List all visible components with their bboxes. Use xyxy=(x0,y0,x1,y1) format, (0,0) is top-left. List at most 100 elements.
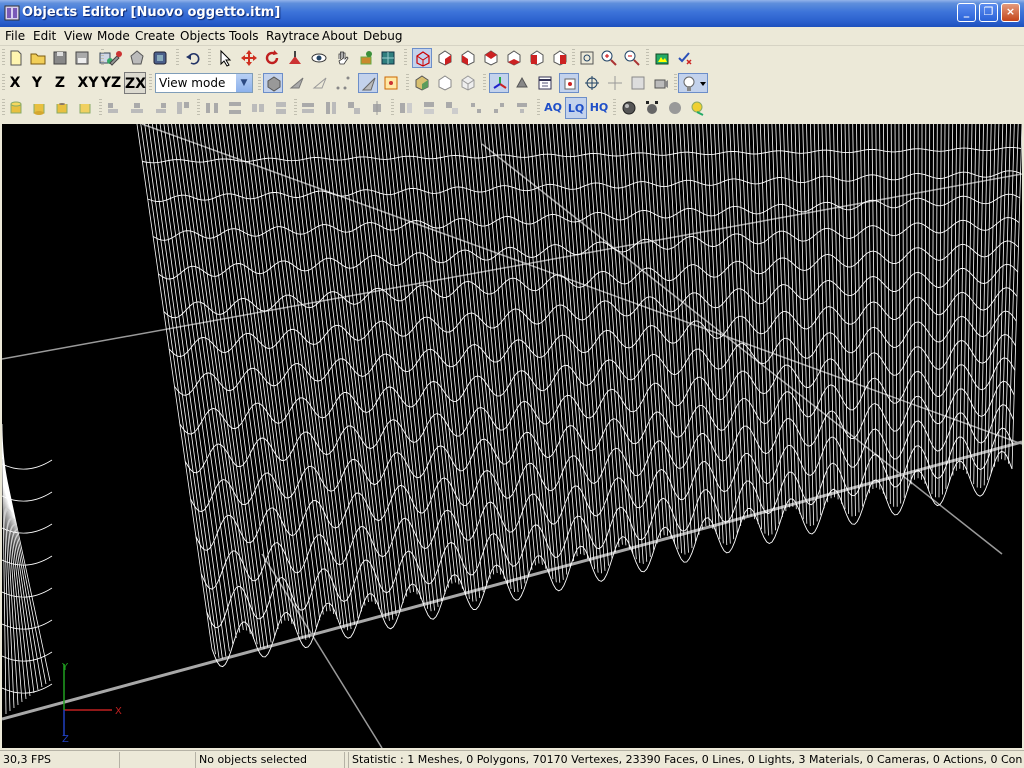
lightbulb-dropdown[interactable] xyxy=(678,73,708,93)
sphere-materials-icon[interactable] xyxy=(642,98,662,118)
axis-y-button[interactable]: Y xyxy=(28,72,46,94)
menu-tools[interactable]: Tools xyxy=(229,29,259,43)
raytrace-render-icon[interactable] xyxy=(652,48,672,68)
save-as-icon[interactable] xyxy=(72,48,92,68)
toolbar-grip[interactable] xyxy=(674,74,677,92)
rotate-icon[interactable] xyxy=(262,48,282,68)
toolbar-grip[interactable] xyxy=(613,99,616,117)
zoom-in-icon[interactable] xyxy=(599,48,619,68)
menu-debug[interactable]: Debug xyxy=(363,29,402,43)
vertex-mode-icon[interactable] xyxy=(333,73,353,93)
same-size-icon[interactable] xyxy=(344,98,364,118)
material-list-icon[interactable] xyxy=(535,73,555,93)
toolbar-grip[interactable] xyxy=(101,49,104,67)
light-icon[interactable] xyxy=(512,73,532,93)
settings-check-icon[interactable] xyxy=(675,48,695,68)
flat-sphere-icon[interactable] xyxy=(665,98,685,118)
hidden-cube-icon[interactable] xyxy=(458,73,478,93)
mirror-x-icon[interactable] xyxy=(396,98,416,118)
crosshair-icon[interactable] xyxy=(605,73,625,93)
toolbar-grip[interactable] xyxy=(149,74,152,92)
scale-icon[interactable] xyxy=(285,48,305,68)
cone-icon[interactable] xyxy=(29,98,49,118)
menu-view[interactable]: View xyxy=(64,29,92,43)
grid-snap-icon[interactable] xyxy=(559,73,579,93)
hand-pan-icon[interactable] xyxy=(333,48,353,68)
toolbar-grip[interactable] xyxy=(404,49,407,67)
toolbar-grip[interactable] xyxy=(208,49,211,67)
same-width-icon[interactable] xyxy=(298,98,318,118)
minimize-button[interactable]: _ xyxy=(957,3,976,22)
camera-icon[interactable] xyxy=(651,73,671,93)
close-button[interactable]: × xyxy=(1001,3,1020,22)
polygon-mode-icon[interactable] xyxy=(263,73,283,93)
move-icon[interactable] xyxy=(239,48,259,68)
wireframe-view-icon[interactable] xyxy=(412,48,432,68)
toolbar-grip[interactable] xyxy=(2,49,5,67)
menu-objects[interactable]: Objects xyxy=(180,29,225,43)
toolbar-grip[interactable] xyxy=(483,74,486,92)
mode-select[interactable]: View mode ▼ xyxy=(155,73,253,93)
paint-icon[interactable] xyxy=(356,48,376,68)
zoom-extents-icon[interactable] xyxy=(577,48,597,68)
object-library-icon[interactable] xyxy=(150,48,170,68)
new-file-icon[interactable] xyxy=(6,48,26,68)
wireframe-canvas[interactable]: X Y Z xyxy=(2,124,1022,748)
menu-about[interactable]: About xyxy=(322,29,357,43)
space-h-icon[interactable] xyxy=(248,98,268,118)
toolbar-grip[interactable] xyxy=(258,74,261,92)
align-right-icon[interactable] xyxy=(150,98,170,118)
toolbar-grip[interactable] xyxy=(2,99,5,117)
menu-edit[interactable]: Edit xyxy=(33,29,56,43)
toolbar-grip[interactable] xyxy=(294,99,297,117)
align-top-icon[interactable] xyxy=(173,98,193,118)
wrench-icon[interactable] xyxy=(105,48,125,68)
texture-icon[interactable] xyxy=(378,48,398,68)
edge-mode-icon[interactable] xyxy=(310,73,330,93)
distribute-h-icon[interactable] xyxy=(202,98,222,118)
eye-icon[interactable] xyxy=(309,48,329,68)
solid-cube-icon[interactable] xyxy=(412,73,432,93)
quality-hq-button[interactable]: HQ xyxy=(588,97,610,119)
mirror-y-icon[interactable] xyxy=(419,98,439,118)
same-height-icon[interactable] xyxy=(321,98,341,118)
wire-cube-icon[interactable] xyxy=(435,73,455,93)
menu-create[interactable]: Create xyxy=(135,29,175,43)
view-front-icon[interactable] xyxy=(435,48,455,68)
center-align-icon[interactable] xyxy=(367,98,387,118)
box-select-icon[interactable] xyxy=(628,73,648,93)
mirror-z-icon[interactable] xyxy=(442,98,462,118)
face-mode-icon[interactable] xyxy=(287,73,307,93)
undo-icon[interactable] xyxy=(183,48,203,68)
shape-icon[interactable] xyxy=(127,48,147,68)
open-folder-icon[interactable] xyxy=(28,48,48,68)
view-back-icon[interactable] xyxy=(458,48,478,68)
toolbar-grip[interactable] xyxy=(391,99,394,117)
axis-x-button[interactable]: X xyxy=(6,72,24,94)
view-bottom-icon[interactable] xyxy=(504,48,524,68)
view-left-icon[interactable] xyxy=(527,48,547,68)
chevron-down-icon[interactable]: ▼ xyxy=(236,74,252,92)
toolbar-grip[interactable] xyxy=(176,49,179,67)
title-bar[interactable]: Objects Editor [Nuovo oggetto.itm] _ ❐ × xyxy=(0,0,1024,27)
axis-yz-button[interactable]: YZ xyxy=(100,72,122,94)
axis-zx-button[interactable]: ZX xyxy=(124,72,146,94)
view-right-icon[interactable] xyxy=(550,48,570,68)
tube-icon[interactable] xyxy=(52,98,72,118)
quality-aq-button[interactable]: AQ xyxy=(542,97,564,119)
axes-gizmo-icon[interactable] xyxy=(489,73,509,93)
quality-lq-button[interactable]: LQ xyxy=(565,97,587,119)
save-icon[interactable] xyxy=(50,48,70,68)
center-pivot-icon[interactable] xyxy=(582,73,602,93)
select-cursor-icon[interactable] xyxy=(215,48,235,68)
space-v-icon[interactable] xyxy=(271,98,291,118)
toolbar-grip[interactable] xyxy=(537,99,540,117)
axis-z-button[interactable]: Z xyxy=(51,72,69,94)
snap-mode-icon[interactable] xyxy=(358,73,378,93)
bounding-box-icon[interactable] xyxy=(381,73,401,93)
menu-raytrace[interactable]: Raytrace xyxy=(266,29,320,43)
view-top-icon[interactable] xyxy=(481,48,501,68)
capsule-icon[interactable] xyxy=(75,98,95,118)
menu-mode[interactable]: Mode xyxy=(97,29,130,43)
zoom-out-icon[interactable] xyxy=(622,48,642,68)
